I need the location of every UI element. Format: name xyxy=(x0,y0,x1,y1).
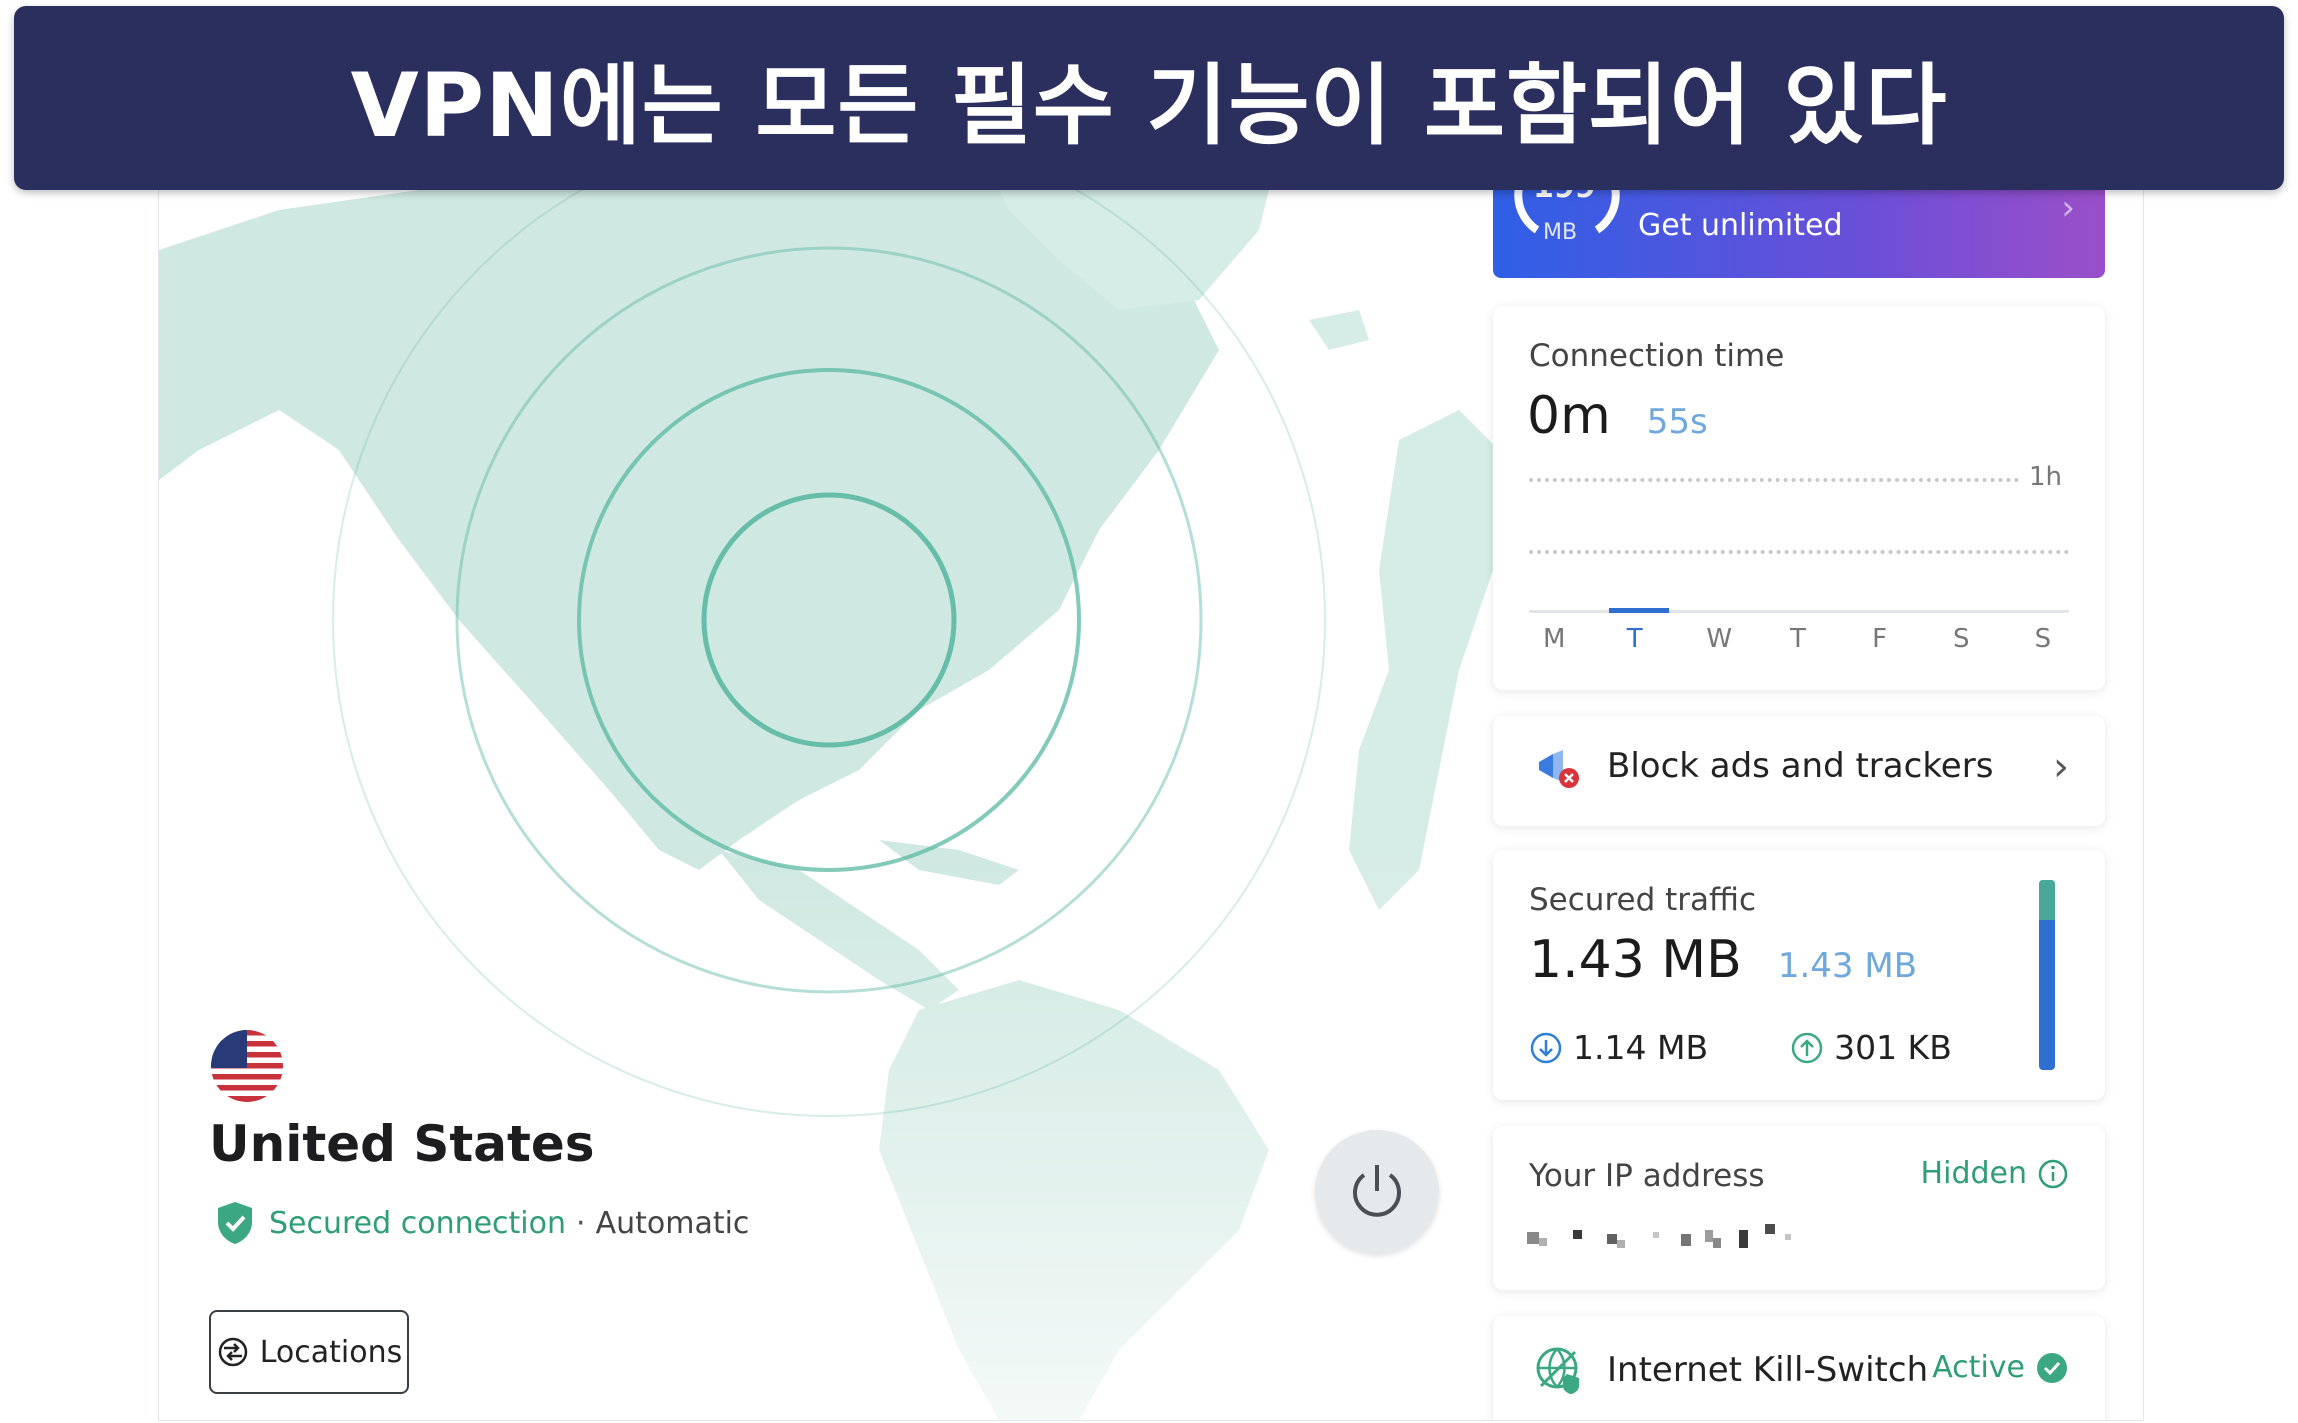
connection-status-row: Secured connection · Automatic xyxy=(215,1200,749,1246)
connection-time-card: Connection time 0m 55s 1h M T W T F S S xyxy=(1493,306,2105,690)
block-ads-card[interactable]: Block ads and trackers › xyxy=(1493,716,2105,826)
kill-switch-label: Internet Kill-Switch xyxy=(1607,1350,1929,1390)
promo-text: Get unlimited xyxy=(1638,208,1843,243)
connection-time-label: Connection time xyxy=(1529,338,1785,374)
secured-traffic-card: Secured traffic 1.43 MB 1.43 MB 1.14 MB … xyxy=(1493,850,2105,1100)
day-label: F xyxy=(1872,624,1888,654)
ad-block-icon xyxy=(1539,750,1579,788)
locations-button[interactable]: Locations xyxy=(209,1310,409,1394)
download-icon xyxy=(1530,1032,1562,1063)
power-button[interactable] xyxy=(1315,1130,1439,1254)
day-label: M xyxy=(1543,624,1566,654)
day-label: S xyxy=(2034,624,2052,654)
block-ads-label: Block ads and trackers xyxy=(1607,746,1994,786)
power-icon xyxy=(1353,1165,1401,1217)
kill-switch-row: Internet Kill-Switch xyxy=(1533,1344,1928,1396)
country-name: United States xyxy=(209,1115,595,1173)
banner-title: VPN에는 모든 필수 기능이 포함되어 있다 xyxy=(350,53,1948,157)
connection-minutes: 0m xyxy=(1527,386,1611,446)
upload-icon xyxy=(1791,1032,1823,1063)
traffic-level-bar xyxy=(2039,880,2055,1070)
kill-switch-status: Active xyxy=(1932,1350,2025,1385)
locations-icon xyxy=(218,1337,247,1367)
connection-seconds: 55s xyxy=(1646,402,1708,442)
check-circle-icon xyxy=(2037,1352,2067,1383)
connection-status: Secured connection xyxy=(269,1205,567,1241)
day-label: S xyxy=(1953,624,1970,654)
chart-scale-label: 1h xyxy=(2029,462,2063,492)
upload-amount: 301 KB xyxy=(1834,1028,1952,1067)
ip-status: Hidden xyxy=(1920,1156,2027,1191)
vpn-app-window: United States Secured connection · Autom… xyxy=(158,150,2144,1421)
shield-check-icon xyxy=(218,1202,252,1244)
globe-shield-icon xyxy=(1536,1347,1579,1394)
us-flag-icon xyxy=(211,1030,283,1102)
day-label: W xyxy=(1706,624,1733,654)
block-ads-row: Block ads and trackers xyxy=(1533,740,1993,792)
traffic-total: 1.43 MB xyxy=(1529,930,1742,990)
info-icon[interactable] xyxy=(2037,1158,2069,1190)
secured-traffic-label: Secured traffic xyxy=(1529,882,1757,918)
ip-address-card: Your IP address Hidden xyxy=(1493,1126,2105,1290)
download-amount: 1.14 MB xyxy=(1573,1028,1709,1067)
chart-guide-top xyxy=(1529,478,2019,482)
day-label-active: T xyxy=(1626,624,1643,654)
connection-mode: Automatic xyxy=(595,1205,750,1241)
promo-unit: MB xyxy=(1543,220,1578,245)
kill-switch-card[interactable]: Internet Kill-Switch Active xyxy=(1493,1316,2105,1420)
chart-active-bar xyxy=(1609,608,1669,613)
ip-address-label: Your IP address xyxy=(1529,1158,1765,1194)
caption-banner: VPN에는 모든 필수 기능이 포함되어 있다 xyxy=(14,6,2284,190)
chevron-right-icon: › xyxy=(2053,744,2069,790)
status-separator: · xyxy=(576,1205,586,1241)
ip-address-redacted xyxy=(1527,1224,1791,1248)
weekday-labels: M T W T F S S xyxy=(1543,624,2053,654)
traffic-total-secondary: 1.43 MB xyxy=(1777,946,1918,986)
locations-button-label: Locations xyxy=(259,1334,403,1370)
chevron-right-icon: › xyxy=(2061,188,2075,228)
day-label: T xyxy=(1790,624,1806,654)
chart-guide-mid xyxy=(1529,550,2069,554)
